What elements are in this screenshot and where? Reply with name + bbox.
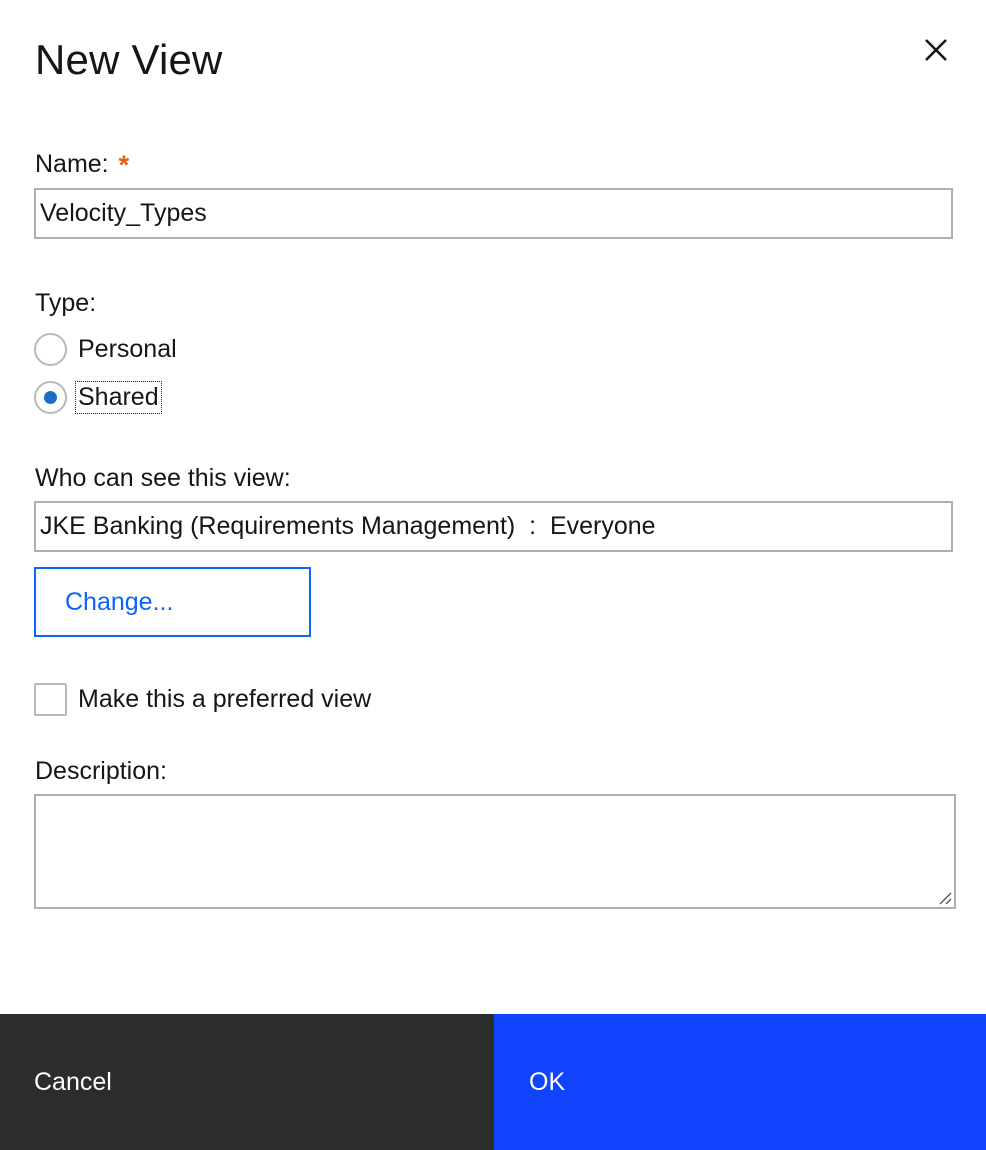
required-marker: * — [118, 150, 130, 180]
ok-button[interactable]: OK — [494, 1014, 986, 1150]
name-label: Name: — [35, 150, 109, 178]
dialog-footer: Cancel OK — [0, 1014, 986, 1150]
close-icon — [925, 39, 947, 61]
radio-personal[interactable] — [34, 332, 67, 366]
radio-shared-label[interactable]: Shared — [75, 380, 162, 414]
resize-grip-icon[interactable] — [936, 889, 952, 905]
radio-personal-row[interactable]: Personal — [34, 331, 178, 367]
visibility-label: Who can see this view: — [35, 464, 291, 492]
new-view-dialog: New View Name: * Type: Personal Shared Wh… — [0, 0, 986, 1150]
change-button[interactable]: Change... — [34, 567, 311, 637]
close-button[interactable] — [920, 34, 952, 66]
preferred-checkbox[interactable] — [34, 683, 67, 716]
radio-shared-row[interactable]: Shared — [34, 379, 162, 415]
radio-personal-label[interactable]: Personal — [77, 335, 178, 364]
type-label: Type: — [35, 289, 97, 317]
description-label: Description: — [35, 757, 167, 785]
name-label-row: Name: * — [35, 148, 130, 180]
cancel-button[interactable]: Cancel — [0, 1014, 494, 1150]
visibility-field: JKE Banking (Requirements Management) : … — [34, 501, 953, 552]
dialog-title: New View — [35, 36, 223, 83]
preferred-checkbox-label[interactable]: Make this a preferred view — [78, 685, 371, 714]
description-textarea[interactable] — [34, 794, 956, 909]
radio-shared[interactable] — [34, 380, 67, 414]
name-input[interactable] — [34, 188, 953, 239]
preferred-checkbox-row[interactable]: Make this a preferred view — [34, 683, 371, 716]
